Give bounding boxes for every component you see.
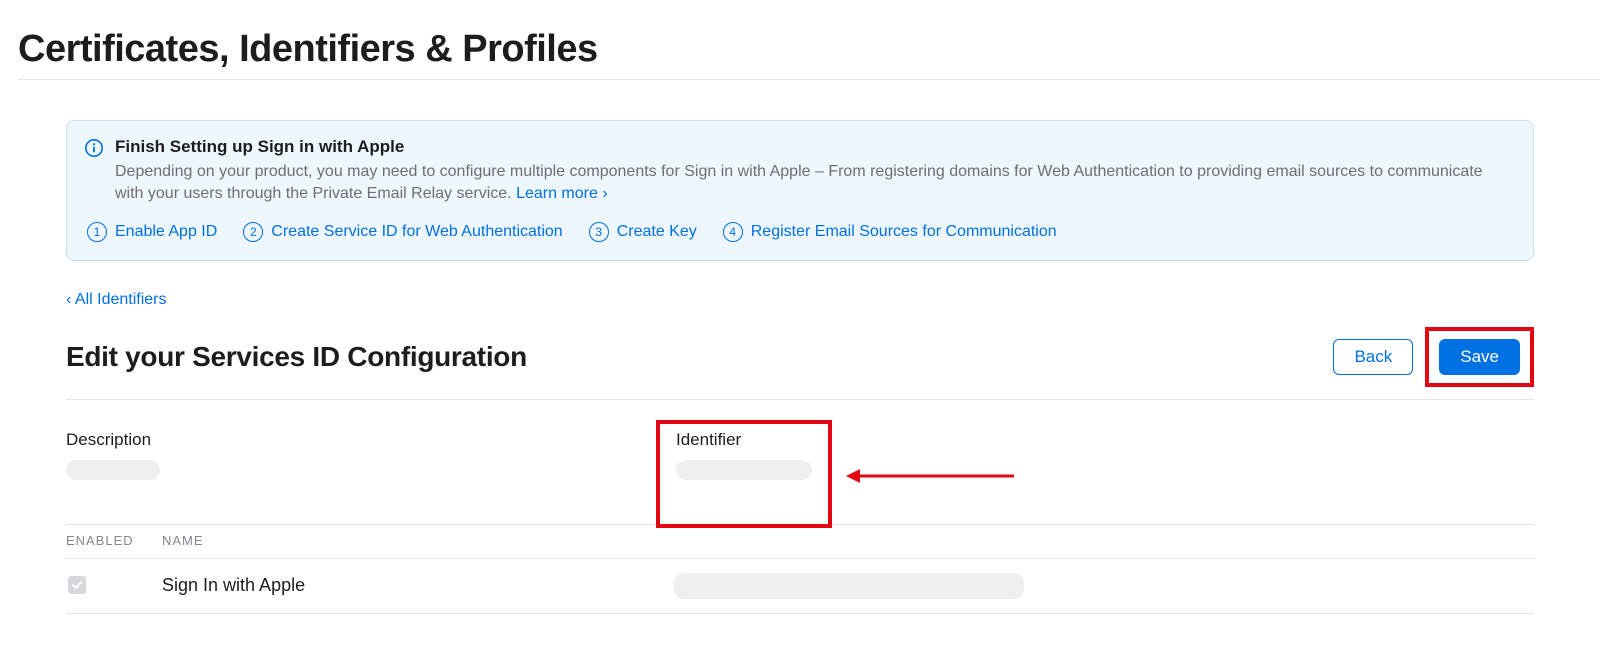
- step-create-service-id[interactable]: 2 Create Service ID for Web Authenticati…: [243, 222, 562, 242]
- section-title: Edit your Services ID Configuration: [66, 341, 527, 373]
- step-number-icon: 3: [589, 222, 609, 242]
- info-desc: Depending on your product, you may need …: [115, 161, 1515, 206]
- action-buttons: Back Save: [1333, 327, 1534, 387]
- divider: [66, 399, 1534, 400]
- step-number-icon: 2: [243, 222, 263, 242]
- description-value-redacted: [66, 460, 160, 480]
- step-label: Register Email Sources for Communication: [751, 223, 1057, 241]
- th-enabled: ENABLED: [66, 533, 162, 548]
- capability-name: Sign In with Apple: [162, 575, 674, 596]
- info-icon: [85, 139, 103, 157]
- info-banner: Finish Setting up Sign in with Apple Dep…: [66, 120, 1534, 261]
- all-identifiers-link[interactable]: ‹ All Identifiers: [66, 291, 166, 309]
- annotation-save-highlight: Save: [1425, 327, 1534, 387]
- step-register-email-sources[interactable]: 4 Register Email Sources for Communicati…: [723, 222, 1057, 242]
- save-button[interactable]: Save: [1439, 339, 1520, 375]
- identifier-label: Identifier: [676, 430, 812, 450]
- annotation-arrow-icon: [846, 464, 1016, 493]
- capabilities-table-header: ENABLED NAME: [66, 524, 1534, 558]
- back-button[interactable]: Back: [1333, 339, 1413, 375]
- capability-detail-redacted: [674, 573, 1024, 599]
- info-title: Finish Setting up Sign in with Apple: [115, 137, 1515, 157]
- enabled-checkbox[interactable]: [68, 576, 86, 594]
- identifier-value-redacted: [676, 460, 812, 480]
- step-label: Enable App ID: [115, 223, 217, 241]
- divider: [18, 79, 1600, 80]
- learn-more-link[interactable]: Learn more ›: [516, 185, 608, 202]
- info-desc-text: Depending on your product, you may need …: [115, 163, 1483, 202]
- description-label: Description: [66, 430, 676, 450]
- step-number-icon: 4: [723, 222, 743, 242]
- step-number-icon: 1: [87, 222, 107, 242]
- table-row: Sign In with Apple: [66, 558, 1534, 614]
- setup-steps: 1 Enable App ID 2 Create Service ID for …: [85, 222, 1515, 242]
- step-create-key[interactable]: 3 Create Key: [589, 222, 697, 242]
- th-name: NAME: [162, 533, 1534, 548]
- step-enable-app-id[interactable]: 1 Enable App ID: [87, 222, 217, 242]
- page-title: Certificates, Identifiers & Profiles: [18, 28, 1582, 71]
- step-label: Create Key: [617, 223, 697, 241]
- step-label: Create Service ID for Web Authentication: [271, 223, 562, 241]
